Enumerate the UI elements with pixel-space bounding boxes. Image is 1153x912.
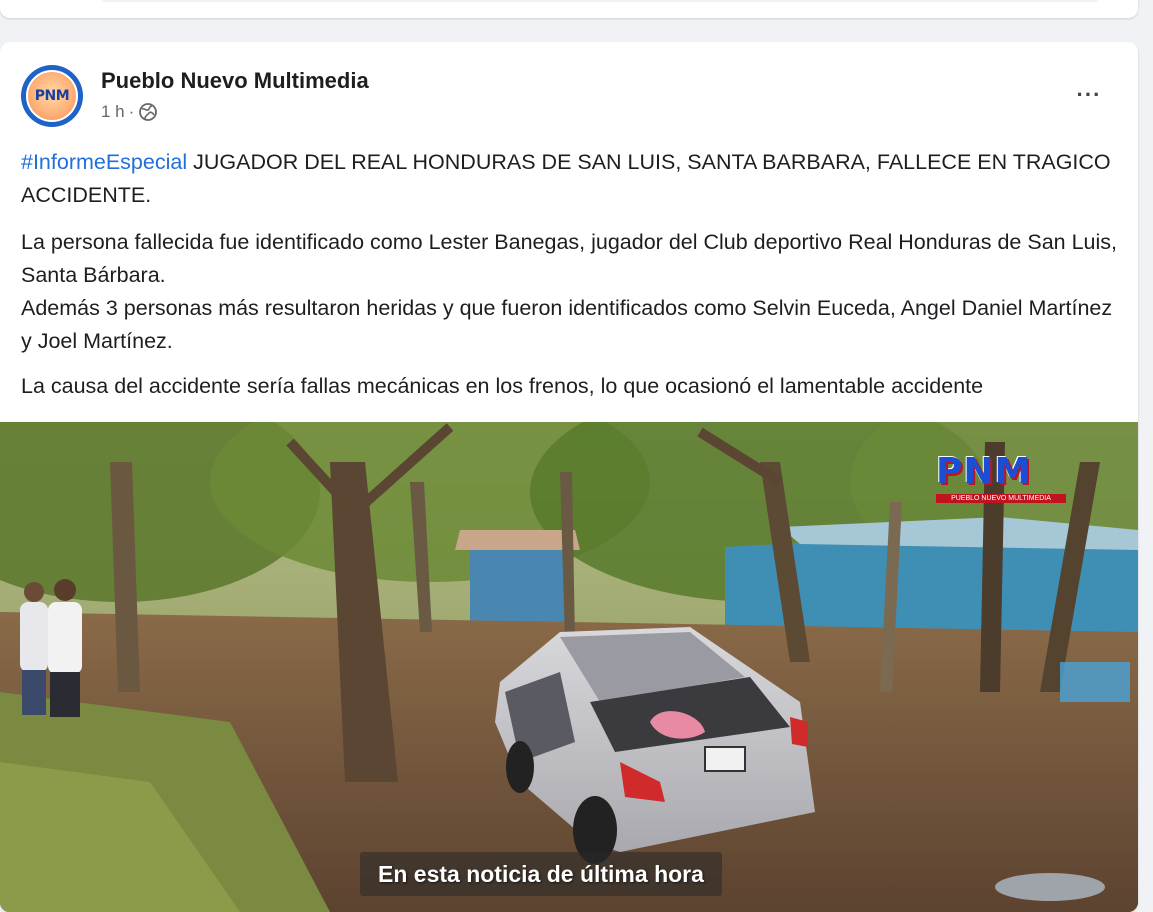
- post-body: La persona fallecida fue identificado co…: [21, 226, 1121, 358]
- previous-post-action-bar: [100, 0, 1100, 2]
- watermark-subtitle: PUEBLO NUEVO MULTIMEDIA: [936, 494, 1066, 503]
- post-meta: 1 h ·: [101, 102, 158, 122]
- meta-separator: ·: [128, 102, 135, 121]
- avatar-logo-text: PNM: [34, 88, 70, 104]
- post-photo[interactable]: PNM PUEBLO NUEVO MULTIMEDIA En esta noti…: [0, 422, 1138, 912]
- globe-icon[interactable]: [138, 102, 158, 122]
- watermark-logo-text: PNM: [936, 451, 1032, 492]
- post-headline: #InformeEspecial JUGADOR DEL REAL HONDUR…: [21, 146, 1121, 212]
- body-paragraph-1: La persona fallecida fue identificado co…: [21, 230, 1118, 287]
- video-caption: En esta noticia de última hora: [360, 852, 722, 896]
- page-avatar[interactable]: PNM: [21, 65, 83, 127]
- previous-post-card: [0, 0, 1138, 18]
- facebook-post: PNM Pueblo Nuevo Multimedia 1 h · ··· #I…: [0, 42, 1138, 912]
- body-paragraph-3: La causa del accidente sería fallas mecá…: [21, 374, 984, 398]
- more-options-icon: ···: [1076, 82, 1102, 107]
- avatar-logo: PNM: [26, 70, 78, 122]
- post-timestamp[interactable]: 1 h: [101, 102, 125, 122]
- page-name-link[interactable]: Pueblo Nuevo Multimedia: [101, 68, 369, 94]
- body-paragraph-2: Además 3 personas más resultaron heridas…: [21, 296, 1113, 353]
- more-options-button[interactable]: ···: [1068, 80, 1110, 110]
- hashtag-link[interactable]: #InformeEspecial: [21, 150, 187, 174]
- pnm-watermark: PNM PUEBLO NUEVO MULTIMEDIA: [936, 452, 1066, 510]
